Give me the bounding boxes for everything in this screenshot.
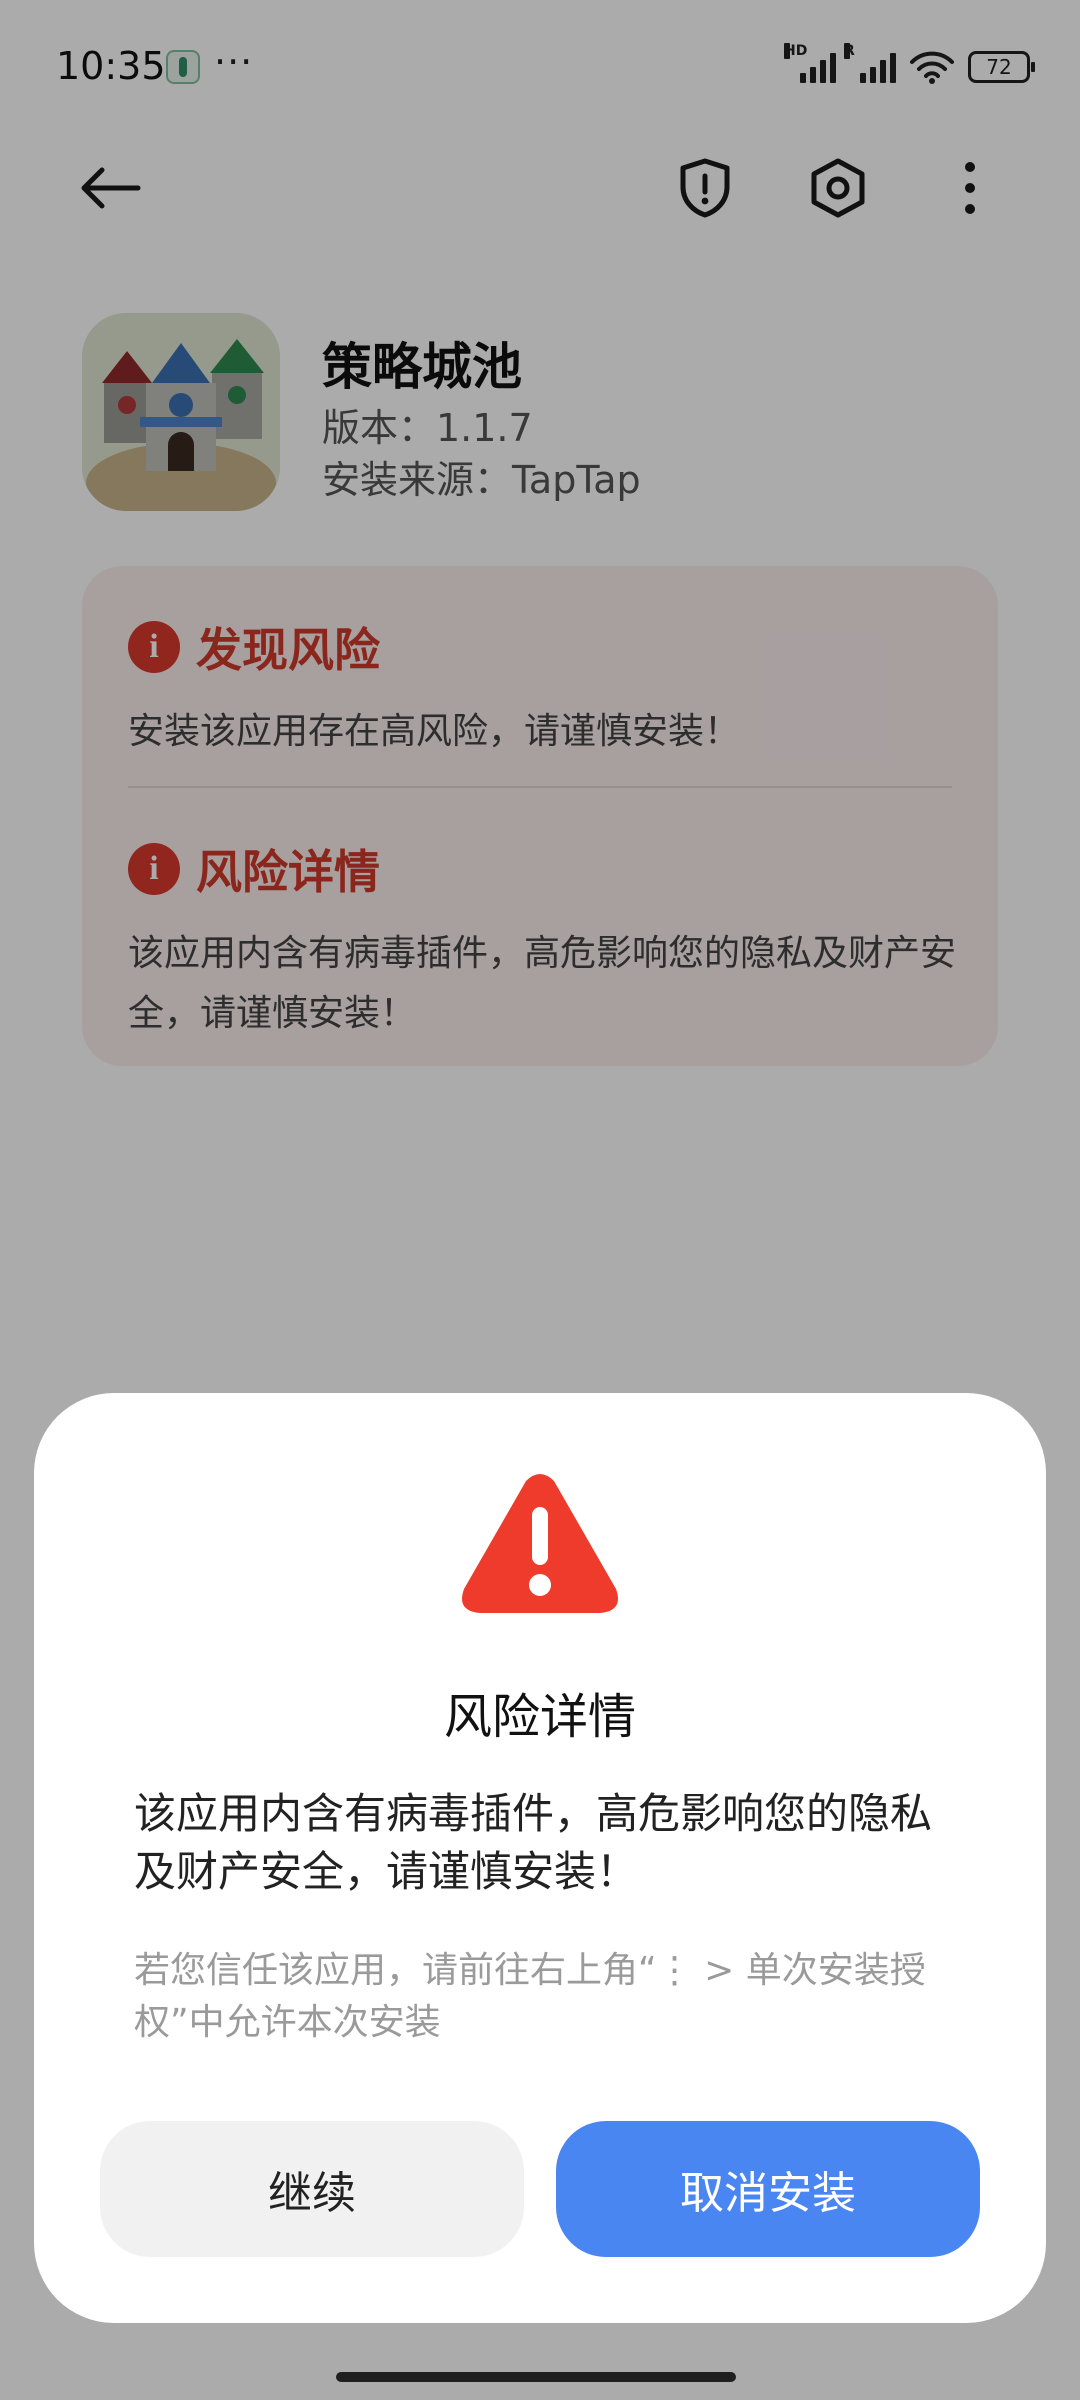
dialog-hint: 若您信任该应用，请前往右上角“⋮ > 单次安装授权”中允许本次安装 [134,1950,926,2043]
warning-triangle-icon [462,1474,618,1613]
continue-button[interactable]: 继续 [100,2121,524,2257]
dialog-message: 该应用内含有病毒插件，高危影响您的隐私及财产安全，请谨慎安装！ [134,1789,933,1896]
home-indicator[interactable] [336,2372,736,2382]
dialog-title: 风险详情 [443,1689,636,1745]
risk-dialog: 风险详情 该应用内含有病毒插件，高危影响您的隐私及财产安全，请谨慎安装！ 若您信… [34,1393,1046,2323]
cancel-install-button[interactable]: 取消安装 [556,2121,980,2257]
